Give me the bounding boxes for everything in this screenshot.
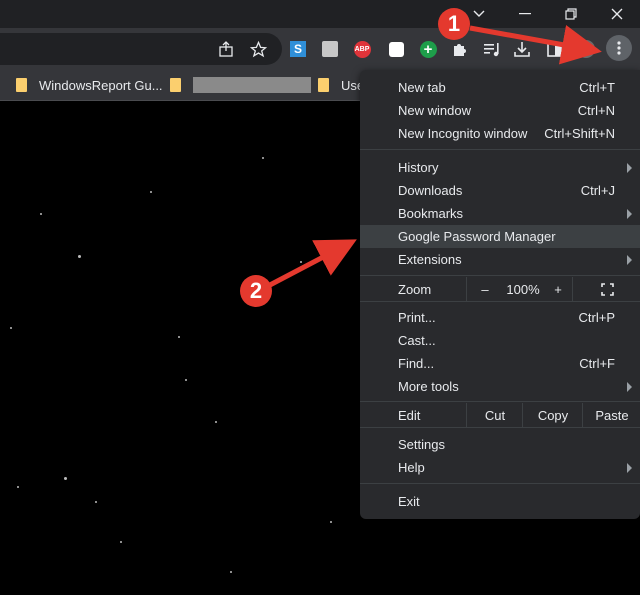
step-2-badge: 2 [240,275,272,307]
annotation-arrow-2 [266,239,357,289]
step-1-badge: 1 [438,8,470,40]
annotation-arrow-1 [469,24,602,65]
annotation-arrows [266,24,602,289]
